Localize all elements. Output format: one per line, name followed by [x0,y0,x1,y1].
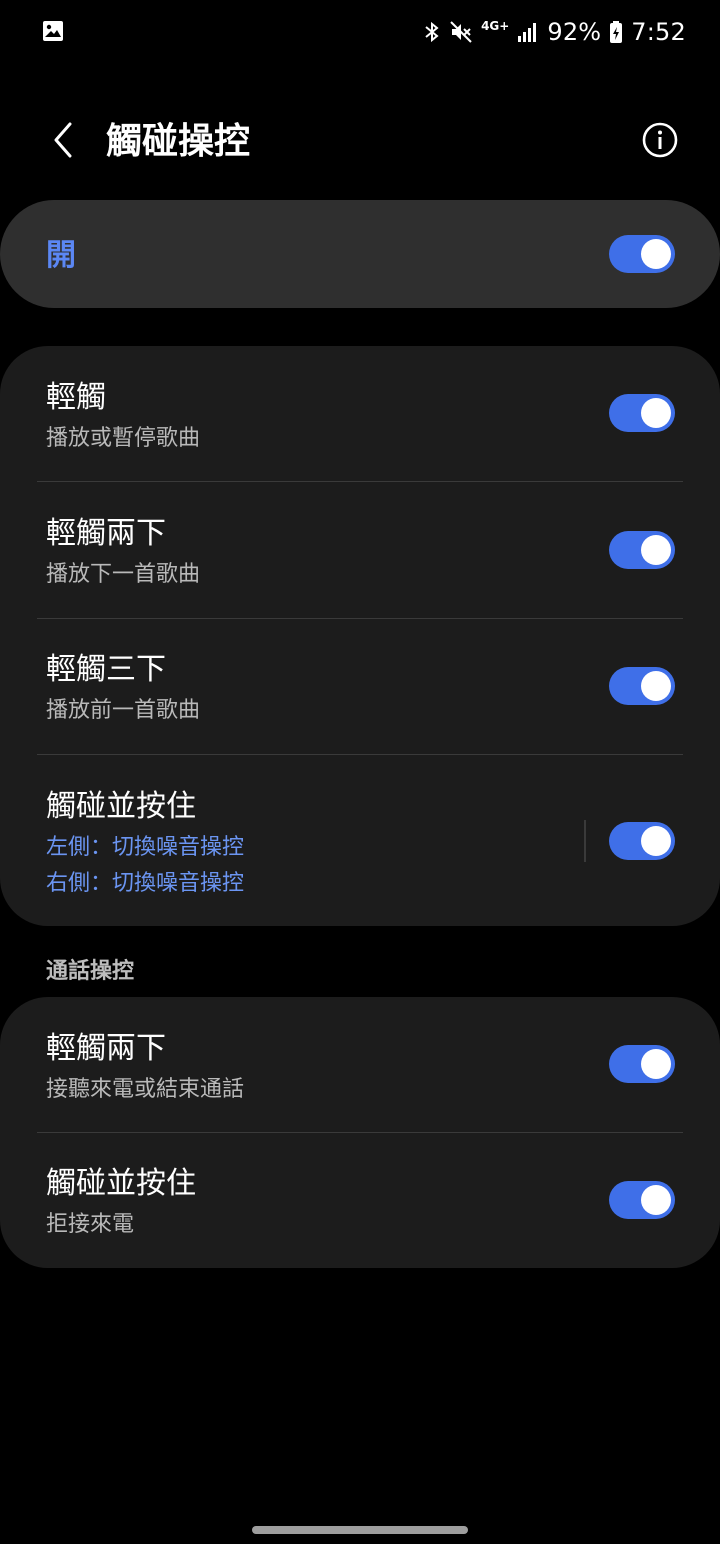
status-bar: 4G+ 92% 7:52 [0,0,720,64]
section-header-call-controls: 通話操控 [46,959,135,984]
battery-charging-icon [610,21,623,43]
chevron-left-icon [54,122,72,158]
clock: 7:52 [631,18,686,46]
back-button[interactable] [40,116,84,164]
triple-tap-toggle[interactable] [609,667,675,705]
list-item-subtitle-left: 左側：切換噪音操控 [46,835,245,860]
list-item-double-tap[interactable]: 輕觸兩下 播放下一首歌曲 [0,482,720,618]
call-controls-card: 輕觸兩下 接聽來電或結束通話 觸碰並按住 拒接來電 [0,997,720,1268]
list-item-triple-tap[interactable]: 輕觸三下 播放前一首歌曲 [0,619,720,755]
list-item-subtitle: 播放或暫停歌曲 [46,426,201,451]
mute-icon [450,21,472,43]
touch-controls-card: 輕觸 播放或暫停歌曲 輕觸兩下 播放下一首歌曲 輕觸三下 播放前一首歌曲 觸碰並… [0,346,720,926]
list-item-title: 輕觸兩下 [46,1031,166,1066]
call-double-tap-toggle[interactable] [609,1045,675,1083]
signal-icon [518,23,537,42]
list-item-call-double-tap[interactable]: 輕觸兩下 接聽來電或結束通話 [0,997,720,1132]
touch-and-hold-toggle[interactable] [609,822,675,860]
double-tap-toggle[interactable] [609,531,675,569]
toggle-knob [641,398,671,428]
list-item-subtitle: 接聽來電或結束通話 [46,1077,245,1102]
list-item-subtitle-right: 右側：切換噪音操控 [46,871,245,896]
master-switch-label: 開 [46,238,76,273]
list-item-title: 觸碰並按住 [46,1166,196,1201]
page-title: 觸碰操控 [106,121,251,162]
list-item-tap[interactable]: 輕觸 播放或暫停歌曲 [0,346,720,482]
list-item-title: 輕觸 [46,380,106,415]
master-toggle[interactable] [609,235,675,273]
toggle-knob [641,535,671,565]
battery-percent: 92% [547,18,602,46]
tap-toggle[interactable] [609,394,675,432]
vertical-divider [584,820,586,862]
info-icon[interactable] [640,120,680,160]
list-item-subtitle: 播放前一首歌曲 [46,698,201,723]
list-item-call-touch-and-hold[interactable]: 觸碰並按住 拒接來電 [0,1133,720,1268]
network-type: 4G+ [481,19,510,33]
toggle-knob [641,1049,671,1079]
toggle-knob [641,671,671,701]
call-touch-and-hold-toggle[interactable] [609,1181,675,1219]
list-item-touch-and-hold[interactable]: 觸碰並按住 左側：切換噪音操控 右側：切換噪音操控 [0,755,720,926]
list-item-subtitle: 拒接來電 [46,1212,135,1237]
toggle-knob [641,826,671,856]
bluetooth-icon [425,21,439,43]
gallery-icon [43,21,63,41]
list-item-title: 輕觸三下 [46,652,166,687]
master-switch-bar[interactable]: 開 [0,200,720,308]
home-indicator[interactable] [252,1526,468,1534]
toggle-knob [641,1185,671,1215]
list-item-title: 輕觸兩下 [46,516,166,551]
list-item-subtitle: 播放下一首歌曲 [46,562,201,587]
list-item-title: 觸碰並按住 [46,789,196,824]
toggle-knob [641,239,671,269]
